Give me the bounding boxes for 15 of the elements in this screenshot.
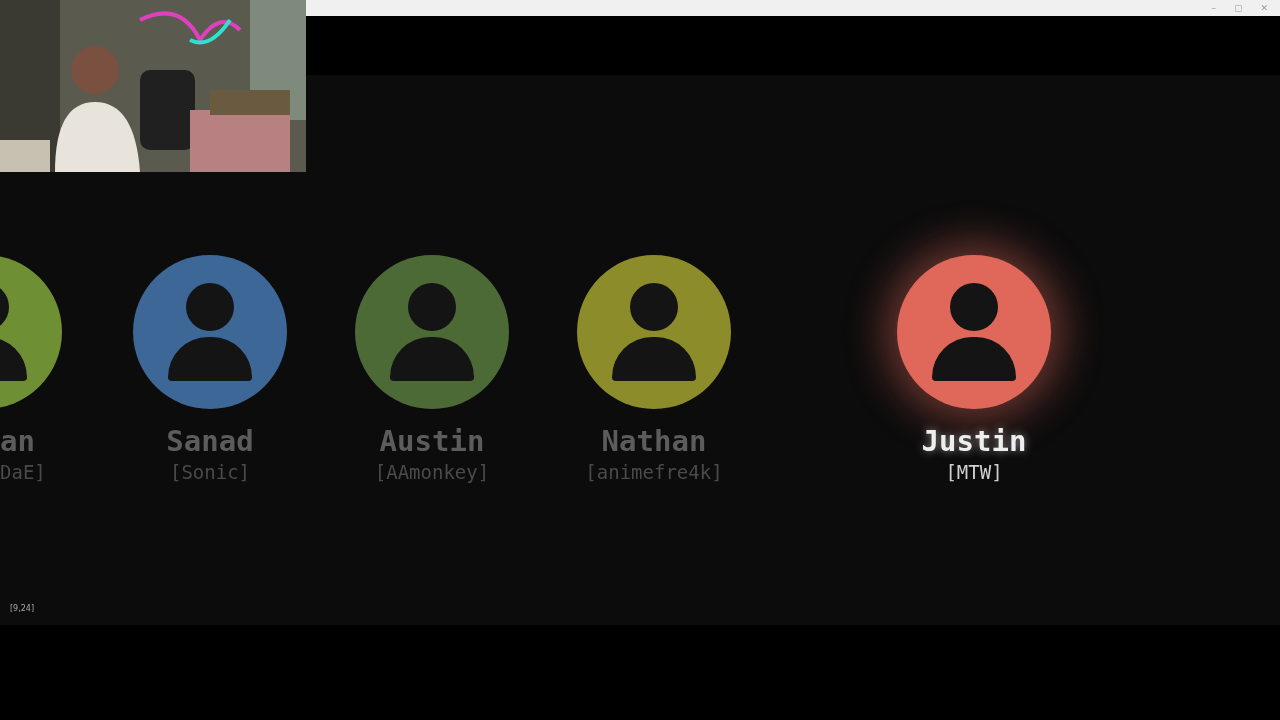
player-name: Austin <box>379 423 485 459</box>
window-control[interactable]: ▢ <box>1233 2 1243 14</box>
player-tag: [animefre4k] <box>585 459 723 485</box>
coordinates: [9,24] <box>10 603 36 615</box>
player-tag: DaE] <box>0 459 46 485</box>
player-tag: [MTW] <box>945 459 1003 485</box>
player-tag: [Sonic] <box>169 459 251 485</box>
window-control[interactable]: ✕ <box>1260 2 1268 14</box>
player-name: an <box>0 423 35 459</box>
player-name: Sanad <box>166 423 254 459</box>
player-name: Justin <box>921 423 1027 459</box>
player-name: Nathan <box>601 423 707 459</box>
window-control[interactable]: – <box>1211 2 1216 14</box>
avatar[interactable] <box>897 255 1051 409</box>
player-tag: [AAmonkey] <box>374 459 490 485</box>
